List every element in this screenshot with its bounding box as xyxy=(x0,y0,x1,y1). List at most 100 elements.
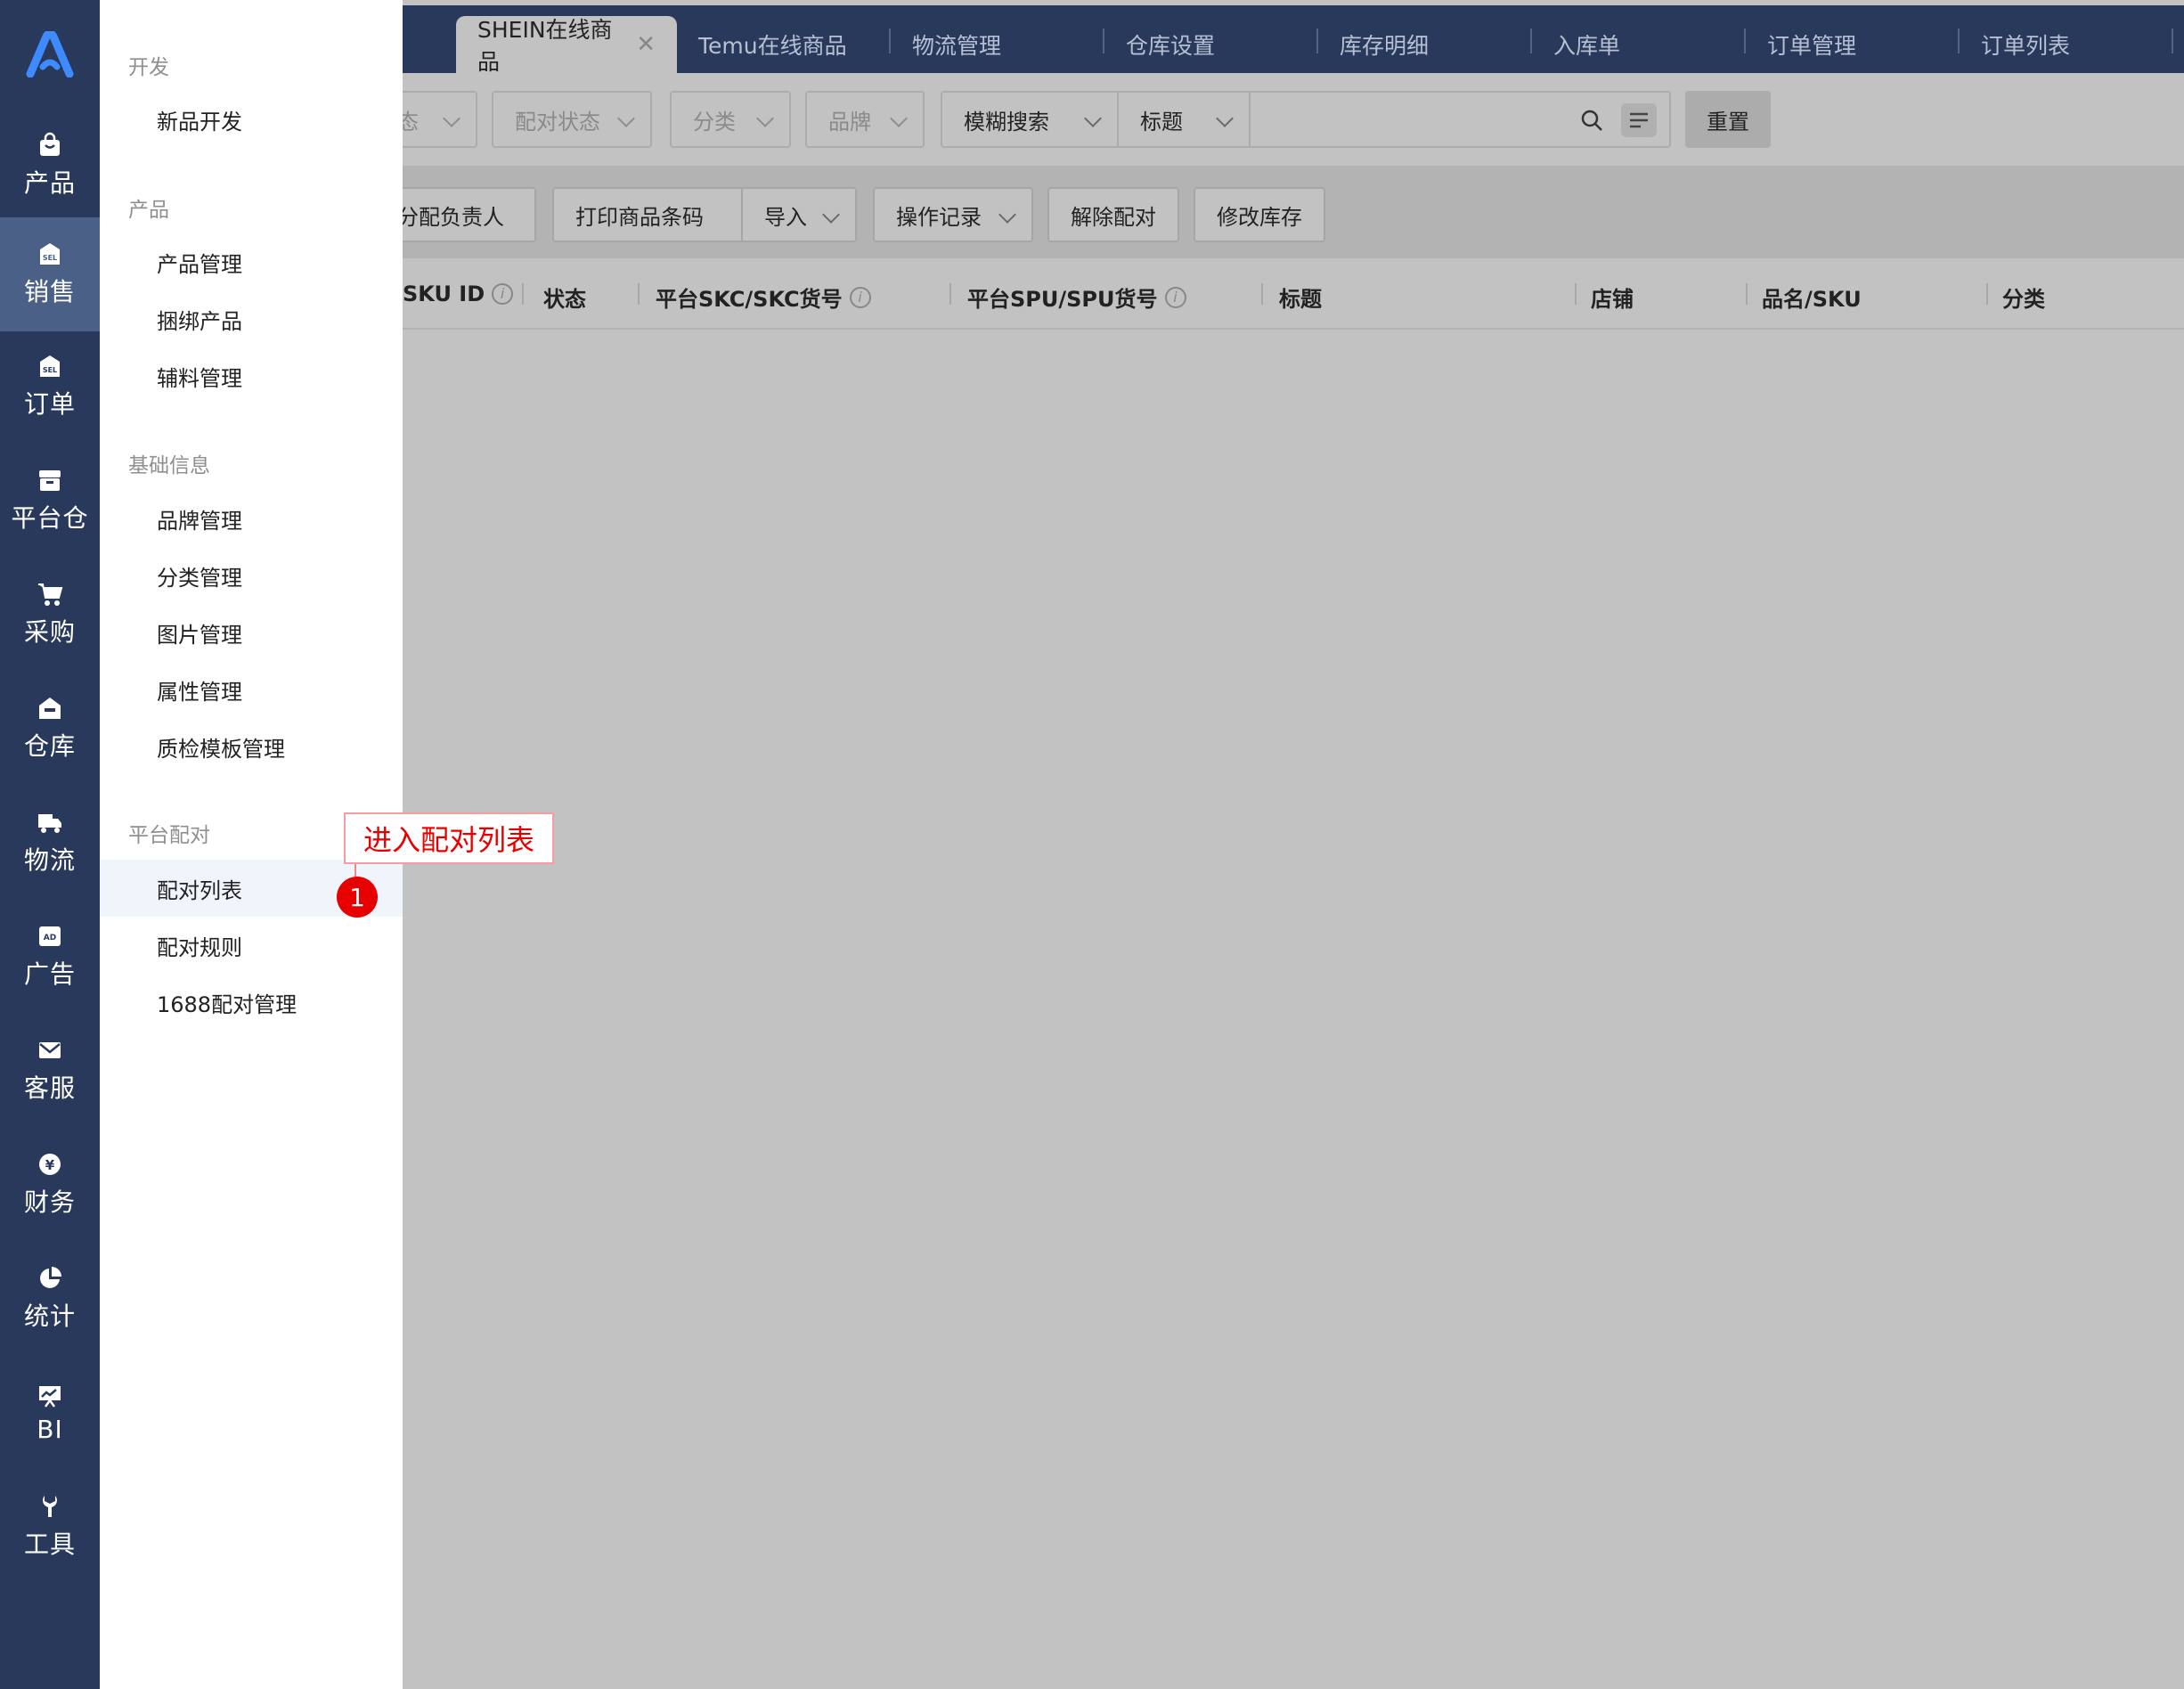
tab-divider xyxy=(1744,29,1746,53)
chevron-down-icon xyxy=(756,110,774,127)
info-icon[interactable]: i xyxy=(849,286,871,308)
chevron-down-icon xyxy=(617,110,635,127)
menu-item-category-management[interactable]: 分类管理 xyxy=(100,547,403,604)
rail-item-service[interactable]: 客服 xyxy=(0,1014,100,1128)
rail-item-product[interactable]: 产品 xyxy=(0,109,100,223)
column-platform-skc[interactable]: 平台SKC/SKC货号 i xyxy=(656,282,871,313)
logo-icon xyxy=(26,31,74,78)
menu-item-attribute-management[interactable]: 属性管理 xyxy=(100,661,403,718)
column-divider xyxy=(1261,283,1263,305)
tab-inventory-detail[interactable]: 库存明细 xyxy=(1340,16,1429,73)
rail-item-purchase[interactable]: 采购 xyxy=(0,558,100,672)
tab-divider xyxy=(2172,29,2173,53)
tutorial-callout: 进入配对列表 xyxy=(344,812,554,864)
menu-item-1688-pairing[interactable]: 1688配对管理 xyxy=(100,974,403,1031)
menu-item-pair-rules[interactable]: 配对规则 xyxy=(100,917,403,974)
tab-logistics[interactable]: 物流管理 xyxy=(912,16,1001,73)
edit-stock-button[interactable]: 修改库存 xyxy=(1194,187,1325,242)
rail-item-platform-warehouse[interactable]: 平台仓 xyxy=(0,444,100,558)
chevron-down-icon xyxy=(1216,110,1234,127)
menu-item-image-management[interactable]: 图片管理 xyxy=(100,604,403,661)
tab-order-management[interactable]: 订单管理 xyxy=(1767,16,1856,73)
rail-item-ads[interactable]: AD 广告 xyxy=(0,900,100,1014)
menu-item-bundle-product[interactable]: 捆绑产品 xyxy=(100,290,403,347)
search-icon[interactable] xyxy=(1580,109,1605,134)
column-status[interactable]: 状态 xyxy=(543,282,586,313)
tab-warehouse-settings[interactable]: 仓库设置 xyxy=(1126,16,1215,73)
import-button[interactable]: 导入 xyxy=(741,187,857,242)
brand-select[interactable]: 品牌 xyxy=(805,91,925,148)
mail-icon xyxy=(39,1042,61,1058)
rail-item-logistics[interactable]: 物流 xyxy=(0,786,100,900)
chevron-down-icon xyxy=(890,110,908,127)
category-select[interactable]: 分类 xyxy=(670,91,791,148)
rail-item-tools[interactable]: 工具 xyxy=(0,1470,100,1584)
wrench-icon xyxy=(43,1496,57,1517)
chevron-down-icon xyxy=(443,110,460,127)
truck-icon xyxy=(38,814,61,833)
close-icon[interactable]: ✕ xyxy=(636,31,656,58)
sell-tag-icon: SEL xyxy=(40,243,60,265)
rail-item-orders[interactable]: SEL 订单 xyxy=(0,330,100,444)
menu-item-brand-management[interactable]: 品牌管理 xyxy=(100,490,403,547)
chevron-down-icon xyxy=(822,206,840,224)
rail-item-finance[interactable]: ¥ 财务 xyxy=(0,1128,100,1242)
info-icon[interactable]: i xyxy=(1164,286,1186,308)
search-field-select[interactable]: 标题 xyxy=(1117,91,1251,148)
info-icon[interactable]: i xyxy=(492,283,514,305)
column-title[interactable]: 标题 xyxy=(1279,282,1322,313)
menu-group-dev: 开发 xyxy=(128,56,169,79)
column-sku-id[interactable]: SKU ID i xyxy=(403,282,514,306)
column-divider xyxy=(1575,283,1577,305)
column-store[interactable]: 店铺 xyxy=(1591,282,1634,313)
warehouse-icon xyxy=(39,698,61,719)
menu-item-accessory-management[interactable]: 辅料管理 xyxy=(100,347,403,404)
reset-button[interactable]: 重置 xyxy=(1685,91,1771,148)
pie-chart-icon xyxy=(40,1267,61,1288)
rail-item-statistics[interactable]: 统计 xyxy=(0,1242,100,1356)
menu-group-product: 产品 xyxy=(128,199,169,222)
tab-divider xyxy=(1958,29,1960,53)
menu-group-basic-info: 基础信息 xyxy=(128,454,210,477)
archive-box-icon xyxy=(39,470,61,491)
svg-text:SEL: SEL xyxy=(43,366,57,374)
column-divider xyxy=(638,283,640,305)
svg-text:SEL: SEL xyxy=(43,254,57,262)
chevron-down-icon xyxy=(1084,110,1102,127)
yen-icon: ¥ xyxy=(39,1154,61,1175)
svg-text:AD: AD xyxy=(44,934,56,942)
cart-icon xyxy=(38,583,63,606)
step-badge: 1 xyxy=(337,877,378,918)
column-category[interactable]: 分类 xyxy=(2002,282,2045,313)
tab-order-list[interactable]: 订单列表 xyxy=(1981,16,2070,73)
column-divider xyxy=(1986,283,1988,305)
menu-item-qc-template[interactable]: 质检模板管理 xyxy=(100,718,403,775)
column-divider xyxy=(522,283,524,305)
pair-status-select[interactable]: 配对状态 xyxy=(492,91,652,148)
rail-item-bi[interactable]: BI xyxy=(0,1356,100,1470)
bag-icon xyxy=(40,132,60,156)
tab-temu-online[interactable]: Temu在线商品 xyxy=(698,16,847,73)
app-logo[interactable] xyxy=(0,0,100,109)
search-input[interactable] xyxy=(1249,91,1671,148)
presentation-icon xyxy=(39,1385,61,1408)
print-barcode-button[interactable]: 打印商品条码 xyxy=(552,187,745,242)
rail-item-warehouse[interactable]: 仓库 xyxy=(0,672,100,786)
search-mode-select[interactable]: 模糊搜索 xyxy=(941,91,1119,148)
tab-divider xyxy=(889,29,891,53)
tab-divider xyxy=(1316,29,1318,53)
list-filter-icon[interactable] xyxy=(1621,103,1657,137)
menu-item-product-management[interactable]: 产品管理 xyxy=(100,233,403,290)
tab-inbound[interactable]: 入库单 xyxy=(1553,16,1620,73)
ad-icon: AD xyxy=(39,926,61,946)
menu-item-new-product-dev[interactable]: 新品开发 xyxy=(100,91,403,148)
column-product-sku[interactable]: 品名/SKU xyxy=(1762,282,1862,313)
sell-tag-icon: SEL xyxy=(40,355,60,377)
tab-shein-online[interactable]: SHEIN在线商品 ✕ xyxy=(456,16,677,75)
unpair-button[interactable]: 解除配对 xyxy=(1047,187,1179,242)
column-platform-spu[interactable]: 平台SPU/SPU货号 i xyxy=(967,282,1186,313)
operation-log-button[interactable]: 操作记录 xyxy=(873,187,1033,242)
left-rail: 产品 SEL 销售 SEL 订单 平台仓 采购 仓库 物流 AD 广告 客服 ¥… xyxy=(0,0,100,1689)
chevron-down-icon xyxy=(998,206,1016,224)
rail-item-sales[interactable]: SEL 销售 xyxy=(0,217,100,331)
